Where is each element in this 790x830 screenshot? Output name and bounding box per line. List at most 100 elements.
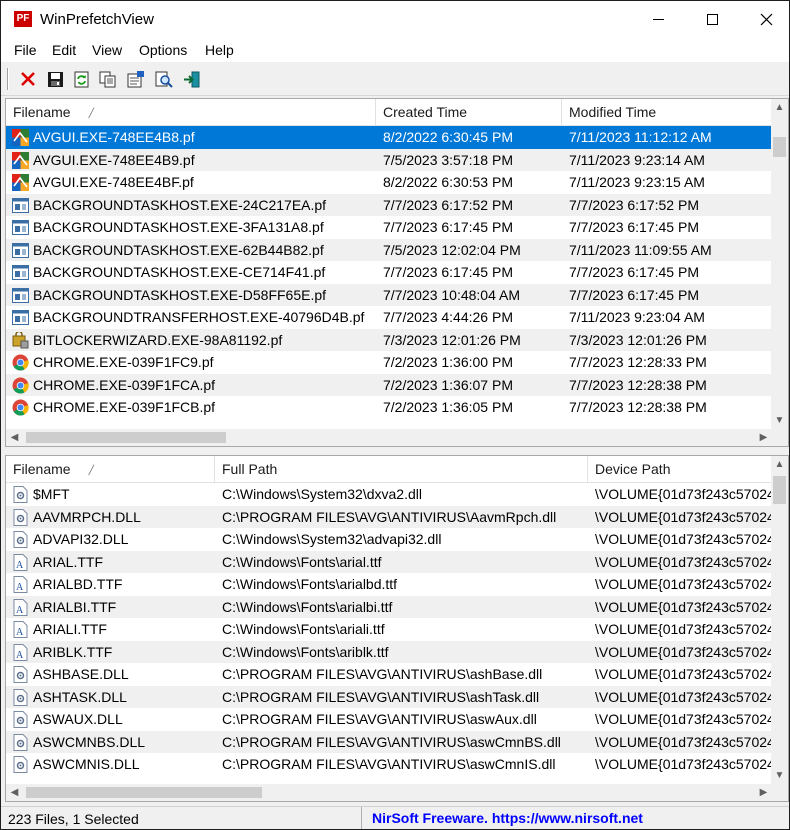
cell-full-path: C:\Windows\Fonts\ariali.ttf <box>222 621 385 637</box>
cell-full-path: C:\Windows\Fonts\arialbi.ttf <box>222 598 393 615</box>
cell-filename: ASWCMNIS.DLL <box>33 756 140 772</box>
toolbar-grip[interactable] <box>7 68 9 90</box>
table-row[interactable]: ARIBLK.TTF C:\Windows\Fonts\ariblk.ttf \VO… <box>6 640 772 663</box>
menu-edit[interactable]: Edit <box>52 42 76 58</box>
save-button[interactable] <box>44 68 66 90</box>
table-row[interactable]: BACKGROUNDTASKHOST.EXE-3FA131A8.pf 7/7/20… <box>6 216 772 239</box>
scroll-down-arrow-icon[interactable]: ▼ <box>771 767 788 784</box>
prefetch-files-list[interactable]: Filename ╱ Created Time Modified Time AVG… <box>5 98 789 447</box>
menu-file[interactable]: File <box>14 42 37 58</box>
cell-filename: ARIAL.TTF <box>33 553 104 570</box>
cell-full-path: C:\Windows\Fonts\arial.ttf <box>222 553 382 570</box>
copy-button[interactable] <box>97 68 119 90</box>
maximize-button[interactable] <box>685 1 739 38</box>
cell-created-time: 7/7/2023 6:17:52 PM <box>383 196 513 213</box>
cell-modified-time: 7/7/2023 6:17:45 PM <box>569 264 699 280</box>
table-row[interactable]: AAVMRPCH.DLL C:\PROGRAM FILES\AVG\ANTIVIR… <box>6 505 772 528</box>
cell-filename: BITLOCKERWIZARD.EXE-98A81192.pf <box>33 331 283 348</box>
table-row[interactable]: AVGUI.EXE-748EE4B9.pf 7/5/2023 3:57:18 PM… <box>6 148 772 171</box>
cell-filename: CHROME.EXE-039F1FCA.pf <box>33 376 216 393</box>
cell-full-path: C:\PROGRAM FILES\AVG\ANTIVIRUS\ashTask.d… <box>222 688 540 705</box>
table-row[interactable]: AVGUI.EXE-748EE4B8.pf 8/2/2022 6:30:45 PM… <box>6 126 772 149</box>
scroll-right-arrow-icon[interactable]: ▶ <box>755 429 772 446</box>
top-horizontal-scrollbar[interactable]: ◀ ▶ <box>6 429 772 446</box>
refresh-button[interactable] <box>70 68 92 90</box>
cell-filename: ASWCMNBS.DLL <box>33 733 146 750</box>
column-header-filename[interactable]: Filename ╱ <box>6 99 376 126</box>
close-button[interactable] <box>739 1 790 38</box>
cell-device-path: \VOLUME{01d73f243c57024a <box>595 666 772 682</box>
top-vertical-scroll-thumb[interactable] <box>773 137 786 157</box>
find-button[interactable] <box>153 68 175 90</box>
table-row[interactable]: BACKGROUNDTASKHOST.EXE-24C217EA.pf 7/7/20… <box>6 193 772 216</box>
table-row[interactable]: ASWCMNIS.DLL C:\PROGRAM FILES\AVG\ANTIVIR… <box>6 753 772 776</box>
app-icon: PF <box>14 11 32 27</box>
window-app-icon <box>12 309 29 326</box>
nirsoft-link[interactable]: NirSoft Freeware. https://www.nirsoft.ne… <box>361 807 643 829</box>
bottom-horizontal-scrollbar[interactable]: ◀ ▶ <box>6 784 772 801</box>
delete-button[interactable] <box>17 68 39 90</box>
column-header-created-time[interactable]: Created Time <box>376 99 562 126</box>
table-row[interactable]: ARIALI.TTF C:\Windows\Fonts\ariali.ttf \VO… <box>6 618 772 641</box>
cell-created-time: 7/7/2023 10:48:04 AM <box>383 286 520 303</box>
table-row[interactable]: BACKGROUNDTASKHOST.EXE-62B44B82.pf 7/5/20… <box>6 238 772 261</box>
table-row[interactable]: ASHBASE.DLL C:\PROGRAM FILES\AVG\ANTIVIRU… <box>6 663 772 686</box>
scroll-right-arrow-icon[interactable]: ▶ <box>755 784 772 801</box>
status-bar: 223 Files, 1 Selected NirSoft Freeware. … <box>1 806 789 829</box>
table-row[interactable]: BACKGROUNDTRANSFERHOST.EXE-40796D4B.pf 7/… <box>6 306 772 329</box>
scroll-left-arrow-icon[interactable]: ◀ <box>6 429 23 446</box>
cell-filename: ARIALBI.TTF <box>33 598 117 615</box>
table-row[interactable]: ARIALBD.TTF C:\Windows\Fonts\arialbd.ttf \… <box>6 573 772 596</box>
table-row[interactable]: ARIAL.TTF C:\Windows\Fonts\arial.ttf \VOLU… <box>6 550 772 573</box>
bottom-vertical-scrollbar[interactable]: ▲ ▼ <box>771 456 788 784</box>
table-row[interactable]: BACKGROUNDTASKHOST.EXE-D58FF65E.pf 7/7/20… <box>6 283 772 306</box>
top-horizontal-scroll-thumb[interactable] <box>26 432 226 443</box>
properties-button[interactable] <box>125 68 147 90</box>
table-row[interactable]: ASWCMNBS.DLL C:\PROGRAM FILES\AVG\ANTIVIR… <box>6 730 772 753</box>
bottom-scrollbar-corner <box>771 784 788 801</box>
dll-file-icon <box>12 756 29 773</box>
menu-view[interactable]: View <box>92 42 122 58</box>
menu-help[interactable]: Help <box>205 42 234 58</box>
table-row[interactable]: ASWAUX.DLL C:\PROGRAM FILES\AVG\ANTIVIRUS… <box>6 708 772 731</box>
cell-modified-time: 7/7/2023 6:17:45 PM <box>569 286 699 303</box>
exit-button[interactable] <box>181 68 203 90</box>
cell-device-path: \VOLUME{01d73f243c57024a <box>595 486 772 502</box>
top-vertical-scrollbar[interactable]: ▲ ▼ <box>771 99 788 429</box>
scroll-up-arrow-icon[interactable]: ▲ <box>771 99 788 116</box>
top-table-header: Filename ╱ Created Time Modified Time <box>6 99 772 126</box>
cell-full-path: C:\PROGRAM FILES\AVG\ANTIVIRUS\AavmRpch.… <box>222 508 557 525</box>
cell-full-path: C:\Windows\System32\dxva2.dll <box>222 486 422 502</box>
font-file-icon: A <box>12 553 29 571</box>
column-header-full-path[interactable]: Full Path <box>215 456 588 483</box>
referenced-files-list[interactable]: Filename ╱ Full Path Device Path $MFT C:\W… <box>5 455 789 802</box>
dll-file-icon <box>12 711 29 728</box>
table-row[interactable]: ADVAPI32.DLL C:\Windows\System32\advapi32… <box>6 528 772 551</box>
table-row[interactable]: ASHTASK.DLL C:\PROGRAM FILES\AVG\ANTIVIRU… <box>6 685 772 708</box>
svg-text:A: A <box>16 582 24 593</box>
minimize-button[interactable] <box>631 1 685 38</box>
scroll-down-arrow-icon[interactable]: ▼ <box>771 412 788 429</box>
scroll-up-arrow-icon[interactable]: ▲ <box>771 456 788 473</box>
menu-options[interactable]: Options <box>139 42 187 58</box>
cell-filename: CHROME.EXE-039F1FC9.pf <box>33 354 214 370</box>
bottom-horizontal-scroll-thumb[interactable] <box>26 787 262 798</box>
svg-text:A: A <box>16 560 24 571</box>
bottom-vertical-scroll-thumb[interactable] <box>773 476 786 504</box>
table-row[interactable]: $MFT C:\Windows\System32\dxva2.dll \VOLUME… <box>6 483 772 506</box>
cell-filename: ASHTASK.DLL <box>33 688 127 705</box>
cell-device-path: \VOLUME{01d73f243c57024a <box>595 733 772 750</box>
column-header-modified-time[interactable]: Modified Time <box>562 99 772 126</box>
table-row[interactable]: CHROME.EXE-039F1FC9.pf 7/2/2023 1:36:00 P… <box>6 351 772 374</box>
column-header-device-path[interactable]: Device Path <box>588 456 772 483</box>
table-row[interactable]: BACKGROUNDTASKHOST.EXE-CE714F41.pf 7/7/20… <box>6 261 772 284</box>
table-row[interactable]: ARIALBI.TTF C:\Windows\Fonts\arialbi.ttf \… <box>6 595 772 618</box>
table-row[interactable]: BITLOCKERWIZARD.EXE-98A81192.pf 7/3/2023 … <box>6 328 772 351</box>
table-row[interactable]: CHROME.EXE-039F1FCB.pf 7/2/2023 1:36:05 P… <box>6 396 772 419</box>
column-header-filename[interactable]: Filename ╱ <box>6 456 215 483</box>
cell-modified-time: 7/11/2023 9:23:14 AM <box>569 151 705 168</box>
table-row[interactable]: AVGUI.EXE-748EE4BF.pf 8/2/2022 6:30:53 PM… <box>6 171 772 194</box>
scroll-left-arrow-icon[interactable]: ◀ <box>6 784 23 801</box>
table-row[interactable]: CHROME.EXE-039F1FCA.pf 7/2/2023 1:36:07 P… <box>6 373 772 396</box>
svg-text:A: A <box>16 650 24 661</box>
